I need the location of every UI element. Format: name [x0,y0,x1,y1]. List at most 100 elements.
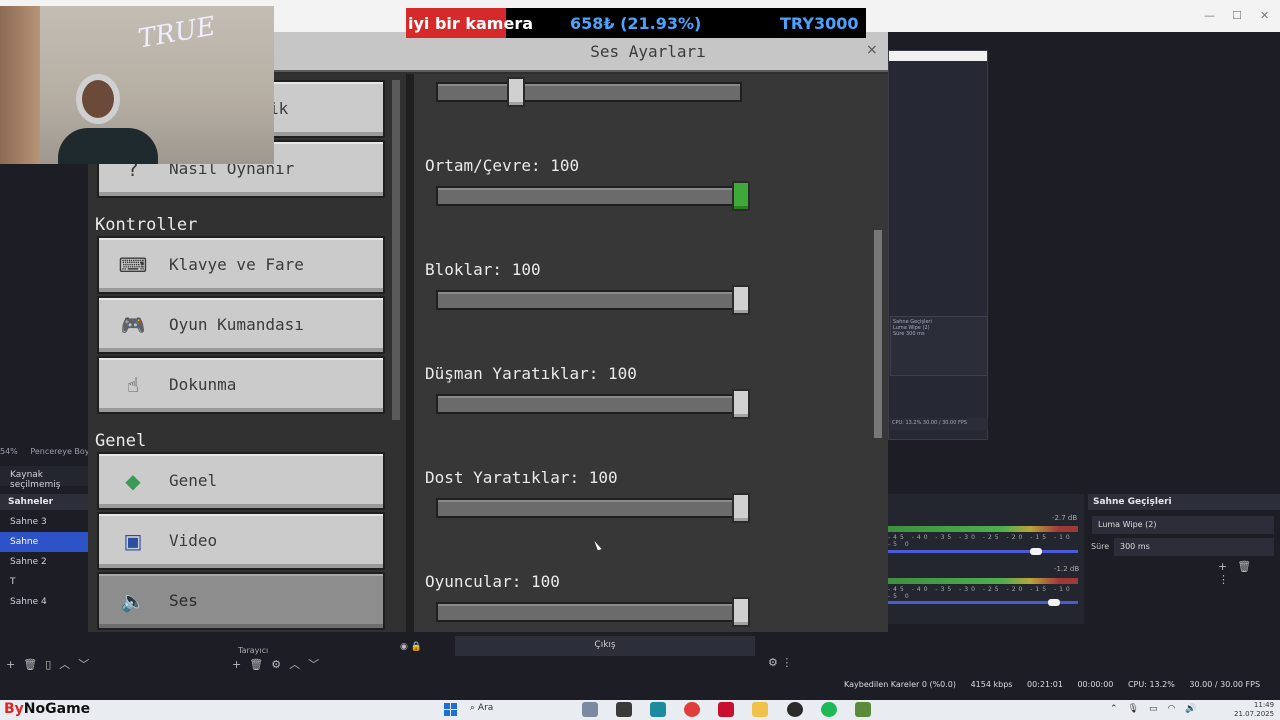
battery-icon[interactable]: ▭ [1149,704,1158,714]
scene-list: Sahne 3 Sahne Sahne 2 T Sahne 4 [0,512,90,612]
source-toolbar: + 🗑 ⚙ ︿ ﹀ [232,656,327,672]
nav-item-label: Dokunma [169,375,237,394]
track-db: -2.7 dB [1052,514,1078,522]
nav-item-controller[interactable]: 🎮 Oyun Kumandası [97,296,385,354]
gear-icon[interactable]: ⚙ [768,656,778,669]
trash-icon[interactable]: 🗑 [1237,560,1251,573]
wifi-icon[interactable]: ◠ [1168,704,1176,714]
scene-item[interactable]: Sahne 4 [0,592,90,612]
minecraft-icon[interactable] [854,702,871,717]
taskbar-app-icon[interactable] [582,702,598,717]
slider-knob[interactable] [732,597,750,627]
add-icon[interactable]: + [1218,560,1227,573]
transitions-header: Sahne Geçişleri [1088,494,1280,510]
taskbar: ByNoGame ⌕ Ara ⌃ 🎙 ▭ ◠ 🔊 11:49 21.07.2025 [0,700,1280,720]
scene-item[interactable]: T [0,572,90,592]
audio-track-2: -45 -40 -35 -30 -25 -20 -15 -10 -5 0 [888,578,1080,606]
search-icon: ⌕ [470,703,476,713]
dropped-frames: Kaybedilen Kareler 0 (%0.0) [844,680,957,689]
nav-item-label: Klavye ve Fare [169,255,304,274]
slider-track[interactable] [436,602,742,622]
folder-icon[interactable] [752,702,769,717]
clock-time: 11:49 [1253,701,1275,709]
slider-track[interactable] [436,186,742,206]
scene-item[interactable]: Sahne 2 [0,552,90,572]
search-label: Ara [477,703,494,713]
more-icon[interactable]: ⋮ [781,656,792,669]
cpu-usage: CPU: 13.2% [1127,680,1175,689]
volume-knob[interactable] [1048,599,1060,606]
more-icon[interactable]: ⋮ [1218,573,1229,586]
lock-icon[interactable]: 🔒 [411,642,422,652]
streamer-body [58,128,158,164]
windows-start-icon[interactable] [444,703,458,717]
slider-knob[interactable] [507,77,526,107]
taskbar-app-icon[interactable] [616,702,633,717]
duration-label: Süre [1091,542,1110,551]
slider-knob[interactable] [732,181,750,211]
fps: 30.00 / 30.00 FPS [1189,680,1261,689]
close-icon[interactable]: ✕ [1260,9,1269,22]
webcam-overlay: TRUE [0,6,274,164]
maximize-icon[interactable]: ☐ [1232,9,1242,22]
slider-track[interactable] [436,394,742,414]
content-scrollbar[interactable] [874,230,882,438]
chrome-icon[interactable] [786,702,803,717]
down-icon[interactable]: ﹀ [308,658,319,671]
slider-knob[interactable] [732,285,750,315]
nav-item-touch[interactable]: ☝ Dokunma [97,356,385,414]
slider-track[interactable] [436,498,742,518]
track-db: -1.2 dB [1054,565,1080,573]
up-icon[interactable]: ︿ [289,658,300,671]
filter-icon[interactable]: ▯ [45,658,51,671]
gear-icon[interactable]: ⚙ [271,658,281,671]
add-icon[interactable]: + [232,658,241,671]
duration-input[interactable]: 300 ms [1114,538,1274,556]
source-item[interactable]: Tarayıcı [238,646,268,655]
edge-icon[interactable] [650,702,667,717]
nav-item-general[interactable]: ◆ Genel [97,452,385,510]
nav-item-keyboard-mouse[interactable]: ⌨ Klavye ve Fare [97,236,385,294]
bitrate: 4154 kbps [970,680,1013,689]
speaker-icon[interactable]: 🔊 [1185,704,1196,714]
live-time: 00:21:01 [1026,680,1063,689]
volume-slider[interactable] [888,550,1078,553]
zoom-level: 54% [0,447,18,456]
scene-item[interactable]: Sahne 3 [0,512,90,532]
fit-mode[interactable]: Pencereye Boyu [30,447,94,456]
slider-track[interactable] [436,290,742,310]
trash-icon[interactable]: 🗑 [249,658,263,671]
meter-ticks: -45 -40 -35 -30 -25 -20 -15 -10 -5 0 [888,534,1073,548]
down-icon[interactable]: ﹀ [78,658,89,671]
transition-select[interactable]: Luma Wipe (2) [1092,516,1274,534]
close-icon[interactable]: × [866,42,878,58]
trash-icon[interactable]: 🗑 [23,658,37,671]
donation-alert: iyi bir kamera 658₺ (21.93%) TRY3000 [406,8,866,38]
slider-track[interactable] [436,82,742,102]
slider-knob[interactable] [732,389,750,419]
volume-meter [888,526,1078,532]
minimize-icon[interactable]: — [1204,9,1215,22]
taskbar-app-icon[interactable] [718,702,735,717]
taskbar-search[interactable]: ⌕ Ara [470,703,493,713]
spotify-icon[interactable] [820,702,837,717]
nav-scrollbar[interactable] [392,80,400,420]
nav-item-video[interactable]: ▣ Video [97,512,385,570]
eye-icon[interactable]: ◉ [400,642,408,652]
chevron-up-icon[interactable]: ⌃ [1110,704,1118,714]
system-tray: ⌃ 🎙 ▭ ◠ 🔊 [1110,704,1207,714]
speaker-icon: 🔈 [120,589,146,613]
add-icon[interactable]: + [6,658,15,671]
opera-icon[interactable] [684,702,701,717]
alert-message: iyi bir kamera [408,14,534,33]
up-icon[interactable]: ︿ [59,658,70,671]
taskbar-clock[interactable]: 11:49 21.07.2025 [1234,701,1274,719]
scene-item-active[interactable]: Sahne [0,532,90,552]
mic-icon[interactable]: 🎙 [1128,704,1139,714]
exit-button[interactable]: Çıkış [455,636,755,656]
slider-knob[interactable] [732,493,750,523]
nav-item-sound[interactable]: 🔈 Ses [97,572,385,630]
grass-block-icon: ◆ [125,469,141,493]
volume-knob[interactable] [1030,548,1042,555]
slider-label: Ortam/Çevre: 100 [425,156,580,175]
